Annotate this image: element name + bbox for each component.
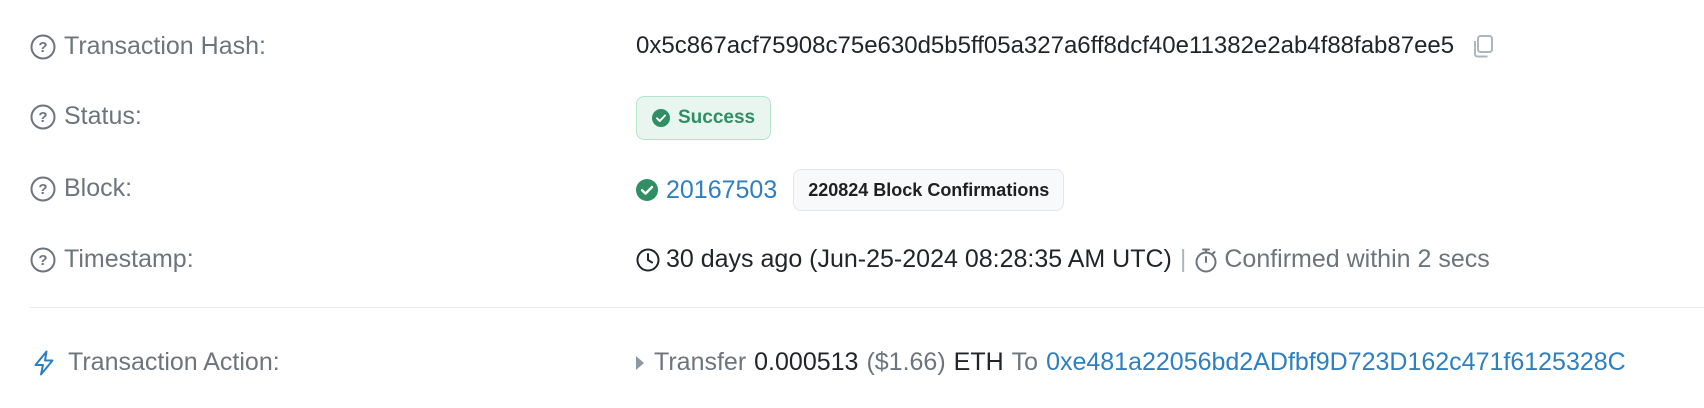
timestamp-separator: | — [1179, 245, 1187, 273]
timestamp-value: 30 days ago (Jun-25-2024 08:28:35 AM UTC… — [666, 245, 1172, 273]
stopwatch-icon — [1195, 248, 1217, 272]
timestamp-value-group: 30 days ago (Jun-25-2024 08:28:35 AM UTC… — [636, 245, 1490, 274]
section-divider — [30, 307, 1704, 308]
transaction-hash-label: Transaction Hash: — [64, 32, 266, 60]
transaction-action-label-group: Transaction Action: — [30, 348, 280, 377]
svg-text:?: ? — [38, 181, 47, 198]
svg-text:?: ? — [38, 109, 47, 126]
block-number-link[interactable]: 20167503 — [666, 176, 777, 205]
status-label-group: ? Status: — [30, 102, 142, 131]
action-to-word: To — [1011, 348, 1039, 376]
copy-icon[interactable] — [1470, 33, 1496, 59]
action-amount: 0.000513 — [754, 348, 859, 376]
svg-text:?: ? — [38, 252, 47, 269]
check-circle-icon — [652, 109, 670, 127]
clock-icon — [636, 248, 660, 271]
transaction-hash-label-group: ? Transaction Hash: — [30, 32, 266, 61]
question-circle-icon[interactable]: ? — [30, 104, 56, 130]
transaction-hash-value[interactable]: 0x5c867acf75908c75e630d5b5ff05a327a6ff8d… — [636, 32, 1454, 60]
lightning-icon — [34, 350, 54, 375]
block-row: ? Block: 20167503 220824 Block Confirmat… — [0, 164, 1704, 214]
status-label: Status: — [64, 102, 142, 130]
question-circle-icon[interactable]: ? — [30, 34, 56, 60]
action-to-address-link[interactable]: 0xe481a22056bd2ADfbf9D723D162c471f612532… — [1046, 348, 1626, 377]
block-label-group: ? Block: — [30, 174, 132, 203]
timestamp-row: ? Timestamp: 30 days ago (Jun-25-2024 08… — [0, 235, 1704, 285]
action-verb: Transfer — [654, 348, 747, 376]
transaction-action-row: Transaction Action: Transfer 0.000513 ($… — [0, 338, 1704, 388]
expand-caret-icon[interactable] — [636, 355, 644, 370]
svg-text:?: ? — [38, 39, 47, 56]
status-badge-text: Success — [678, 107, 756, 128]
confirmed-within-text: Confirmed within 2 secs — [1224, 245, 1490, 273]
timestamp-label: Timestamp: — [64, 245, 194, 273]
transaction-action-label: Transaction Action: — [68, 348, 280, 376]
timestamp-label-group: ? Timestamp: — [30, 245, 194, 274]
block-value-group: 20167503 220824 Block Confirmations — [636, 169, 1065, 211]
transaction-hash-row: ? Transaction Hash: 0x5c867acf75908c75e6… — [0, 22, 1704, 72]
status-value-group: Success — [636, 96, 772, 140]
action-usd-value: ($1.66) — [866, 348, 946, 376]
status-badge: Success — [636, 96, 772, 140]
block-label: Block: — [64, 174, 133, 202]
action-token: ETH — [953, 348, 1004, 376]
transaction-hash-value-group: 0x5c867acf75908c75e630d5b5ff05a327a6ff8d… — [636, 32, 1496, 60]
question-circle-icon[interactable]: ? — [30, 247, 56, 273]
block-confirmations-badge: 220824 Block Confirmations — [793, 169, 1065, 211]
transaction-action-value-group: Transfer 0.000513 ($1.66) ETH To 0xe481a… — [636, 348, 1626, 377]
question-circle-icon[interactable]: ? — [30, 176, 56, 202]
check-circle-icon — [636, 179, 658, 201]
status-row: ? Status: Success — [0, 92, 1704, 142]
